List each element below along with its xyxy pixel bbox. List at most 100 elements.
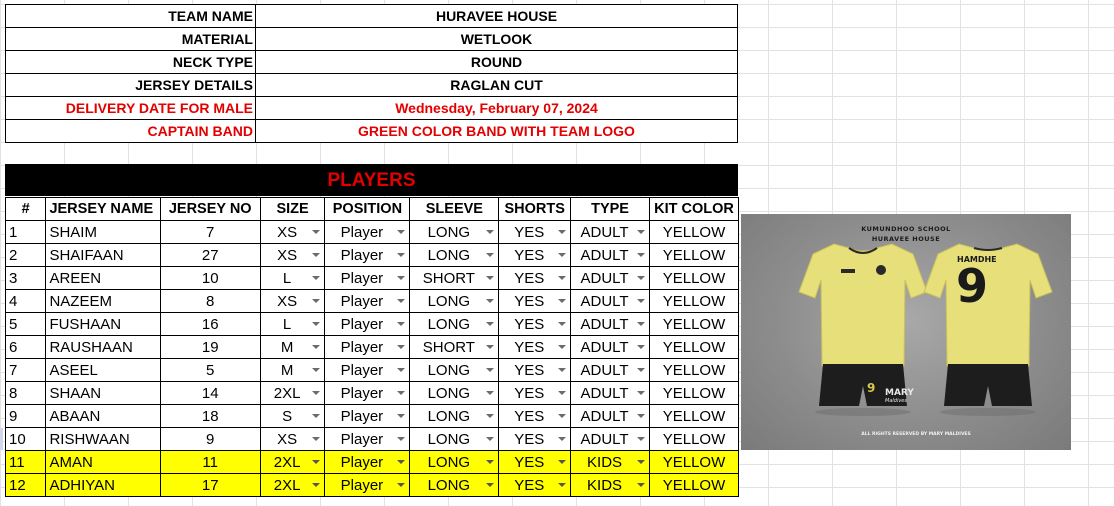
dropdown-arrow-icon[interactable] xyxy=(486,230,495,234)
cell-size-dropdown[interactable]: M xyxy=(259,335,326,359)
cell-shorts-dropdown[interactable]: YES xyxy=(498,473,572,497)
cell-type-dropdown[interactable]: ADULT xyxy=(570,404,650,428)
cell-position-dropdown[interactable]: Player xyxy=(324,243,411,267)
cell-size-dropdown[interactable]: XS xyxy=(259,289,326,313)
dropdown-arrow-icon[interactable] xyxy=(558,299,567,303)
cell-size-dropdown[interactable]: S xyxy=(259,404,326,428)
cell-jersey-name[interactable]: FUSHAAN xyxy=(45,312,161,336)
dropdown-arrow-icon[interactable] xyxy=(636,391,645,395)
cell-sleeve-dropdown[interactable]: SHORT xyxy=(409,266,500,290)
dropdown-arrow-icon[interactable] xyxy=(558,437,567,441)
cell-position-dropdown[interactable]: Player xyxy=(324,289,411,313)
cell-shorts-dropdown[interactable]: YES xyxy=(498,404,572,428)
cell-shorts-dropdown[interactable]: YES xyxy=(498,220,572,244)
cell-kit-color[interactable]: YELLOW xyxy=(648,266,740,290)
cell-jersey-no[interactable]: 18 xyxy=(159,404,261,428)
info-value[interactable]: WETLOOK xyxy=(255,27,738,51)
cell-jersey-no[interactable]: 8 xyxy=(159,289,261,313)
info-value[interactable]: HURAVEE HOUSE xyxy=(255,4,738,28)
cell-position-dropdown[interactable]: Player xyxy=(324,312,411,336)
cell-jersey-no[interactable]: 5 xyxy=(159,358,261,382)
dropdown-arrow-icon[interactable] xyxy=(558,391,567,395)
cell-jersey-name[interactable]: SHAIFAAN xyxy=(45,243,161,267)
cell-shorts-dropdown[interactable]: YES xyxy=(498,312,572,336)
cell-type-dropdown[interactable]: ADULT xyxy=(570,427,650,451)
info-label[interactable]: MATERIAL xyxy=(5,27,256,51)
cell-num[interactable]: 8 xyxy=(4,381,47,405)
cell-kit-color[interactable]: YELLOW xyxy=(648,450,740,474)
cell-kit-color[interactable]: YELLOW xyxy=(648,381,740,405)
cell-sleeve-dropdown[interactable]: LONG xyxy=(409,358,500,382)
dropdown-arrow-icon[interactable] xyxy=(397,460,406,464)
cell-size-dropdown[interactable]: 2XL xyxy=(259,473,326,497)
cell-position-dropdown[interactable]: Player xyxy=(324,427,411,451)
cell-sleeve-dropdown[interactable]: LONG xyxy=(409,450,500,474)
info-label[interactable]: NECK TYPE xyxy=(5,50,256,74)
cell-type-dropdown[interactable]: ADULT xyxy=(570,243,650,267)
dropdown-arrow-icon[interactable] xyxy=(486,322,495,326)
dropdown-arrow-icon[interactable] xyxy=(397,299,406,303)
cell-jersey-no[interactable]: 11 xyxy=(159,450,261,474)
cell-jersey-no[interactable]: 27 xyxy=(159,243,261,267)
cell-size-dropdown[interactable]: XS xyxy=(259,243,326,267)
dropdown-arrow-icon[interactable] xyxy=(558,460,567,464)
cell-jersey-no[interactable]: 14 xyxy=(159,381,261,405)
dropdown-arrow-icon[interactable] xyxy=(558,345,567,349)
dropdown-arrow-icon[interactable] xyxy=(397,368,406,372)
dropdown-arrow-icon[interactable] xyxy=(636,368,645,372)
cell-num[interactable]: 7 xyxy=(4,358,47,382)
dropdown-arrow-icon[interactable] xyxy=(312,483,321,487)
cell-num[interactable]: 1 xyxy=(4,220,47,244)
cell-type-dropdown[interactable]: ADULT xyxy=(570,266,650,290)
dropdown-arrow-icon[interactable] xyxy=(486,483,495,487)
dropdown-arrow-icon[interactable] xyxy=(397,230,406,234)
cell-position-dropdown[interactable]: Player xyxy=(324,381,411,405)
cell-size-dropdown[interactable]: 2XL xyxy=(259,381,326,405)
dropdown-arrow-icon[interactable] xyxy=(312,276,321,280)
dropdown-arrow-icon[interactable] xyxy=(312,253,321,257)
cell-sleeve-dropdown[interactable]: LONG xyxy=(409,404,500,428)
dropdown-arrow-icon[interactable] xyxy=(636,483,645,487)
header-num[interactable]: # xyxy=(4,197,47,221)
cell-jersey-name[interactable]: ADHIYAN xyxy=(45,473,161,497)
cell-kit-color[interactable]: YELLOW xyxy=(648,243,740,267)
dropdown-arrow-icon[interactable] xyxy=(636,230,645,234)
cell-kit-color[interactable]: YELLOW xyxy=(648,427,740,451)
dropdown-arrow-icon[interactable] xyxy=(397,253,406,257)
cell-jersey-name[interactable]: AMAN xyxy=(45,450,161,474)
cell-type-dropdown[interactable]: KIDS xyxy=(570,473,650,497)
cell-size-dropdown[interactable]: L xyxy=(259,266,326,290)
dropdown-arrow-icon[interactable] xyxy=(312,368,321,372)
cell-jersey-name[interactable]: RAUSHAAN xyxy=(45,335,161,359)
cell-num[interactable]: 12 xyxy=(4,473,47,497)
dropdown-arrow-icon[interactable] xyxy=(486,414,495,418)
cell-jersey-no[interactable]: 19 xyxy=(159,335,261,359)
info-value[interactable]: RAGLAN CUT xyxy=(255,73,738,97)
cell-sleeve-dropdown[interactable]: LONG xyxy=(409,381,500,405)
cell-type-dropdown[interactable]: ADULT xyxy=(570,312,650,336)
dropdown-arrow-icon[interactable] xyxy=(558,230,567,234)
dropdown-arrow-icon[interactable] xyxy=(486,299,495,303)
dropdown-arrow-icon[interactable] xyxy=(397,483,406,487)
dropdown-arrow-icon[interactable] xyxy=(397,322,406,326)
cell-type-dropdown[interactable]: ADULT xyxy=(570,335,650,359)
dropdown-arrow-icon[interactable] xyxy=(397,276,406,280)
cell-shorts-dropdown[interactable]: YES xyxy=(498,358,572,382)
cell-num[interactable]: 3 xyxy=(4,266,47,290)
cell-position-dropdown[interactable]: Player xyxy=(324,450,411,474)
dropdown-arrow-icon[interactable] xyxy=(636,437,645,441)
dropdown-arrow-icon[interactable] xyxy=(312,391,321,395)
cell-jersey-no[interactable]: 17 xyxy=(159,473,261,497)
dropdown-arrow-icon[interactable] xyxy=(312,437,321,441)
dropdown-arrow-icon[interactable] xyxy=(486,391,495,395)
dropdown-arrow-icon[interactable] xyxy=(636,322,645,326)
cell-sleeve-dropdown[interactable]: LONG xyxy=(409,289,500,313)
dropdown-arrow-icon[interactable] xyxy=(312,414,321,418)
cell-sleeve-dropdown[interactable]: SHORT xyxy=(409,335,500,359)
cell-num[interactable]: 11 xyxy=(4,450,47,474)
cell-type-dropdown[interactable]: ADULT xyxy=(570,358,650,382)
info-label[interactable]: DELIVERY DATE FOR MALE xyxy=(5,96,256,120)
cell-kit-color[interactable]: YELLOW xyxy=(648,358,740,382)
header-kit-color[interactable]: KIT COLOR xyxy=(648,197,740,221)
header-sleeve[interactable]: SLEEVE xyxy=(409,197,500,221)
